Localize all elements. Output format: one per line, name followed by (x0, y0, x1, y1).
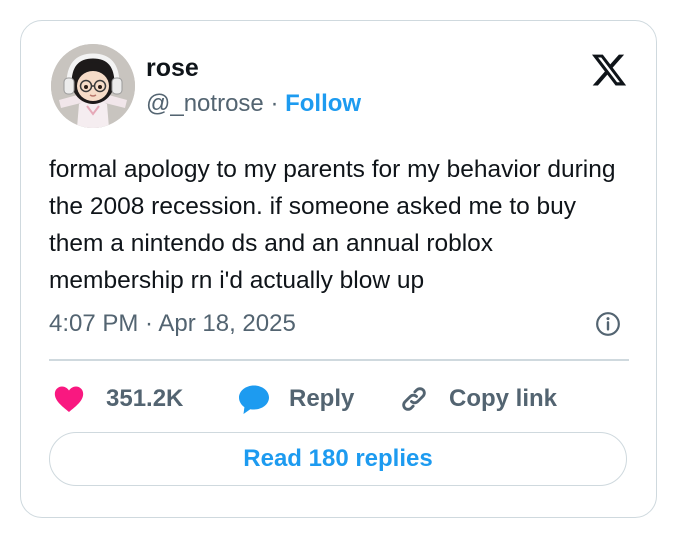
heart-icon (54, 386, 84, 413)
like-count: 351.2K (106, 385, 184, 412)
avatar-image (51, 44, 135, 128)
handle-separator: · (270, 90, 279, 117)
reply-button[interactable]: Reply (236, 379, 354, 419)
copy-link-label: Copy link (449, 385, 558, 412)
speech-bubble-icon (239, 385, 269, 414)
copy-link-button[interactable]: Copy link (397, 379, 557, 419)
tweet-text: formal apology to my parents for my beha… (49, 156, 616, 294)
reply-label: Reply (289, 385, 355, 412)
x-logo-icon[interactable] (589, 51, 629, 89)
author-name[interactable]: rose (146, 53, 199, 83)
tweet-timestamp[interactable]: 4:07 PM · Apr 18, 2025 (49, 309, 296, 339)
follow-button[interactable]: Follow (285, 90, 361, 117)
read-replies-label: Read 180 replies (243, 445, 433, 472)
divider (49, 359, 629, 361)
info-circle-icon[interactable] (595, 311, 621, 337)
tweet-actions: 351.2K Reply Copy link (49, 379, 629, 419)
author-handle[interactable]: @_notrose (146, 90, 264, 117)
avatar[interactable] (51, 44, 135, 128)
read-replies-button[interactable]: Read 180 replies (49, 432, 627, 486)
like-button[interactable]: 351.2K (52, 379, 183, 419)
author-handle-row: @_notrose · Follow (146, 89, 361, 119)
tweet-card: rose @_notrose · Follow formal apology t… (20, 20, 657, 518)
link-icon (402, 387, 426, 411)
